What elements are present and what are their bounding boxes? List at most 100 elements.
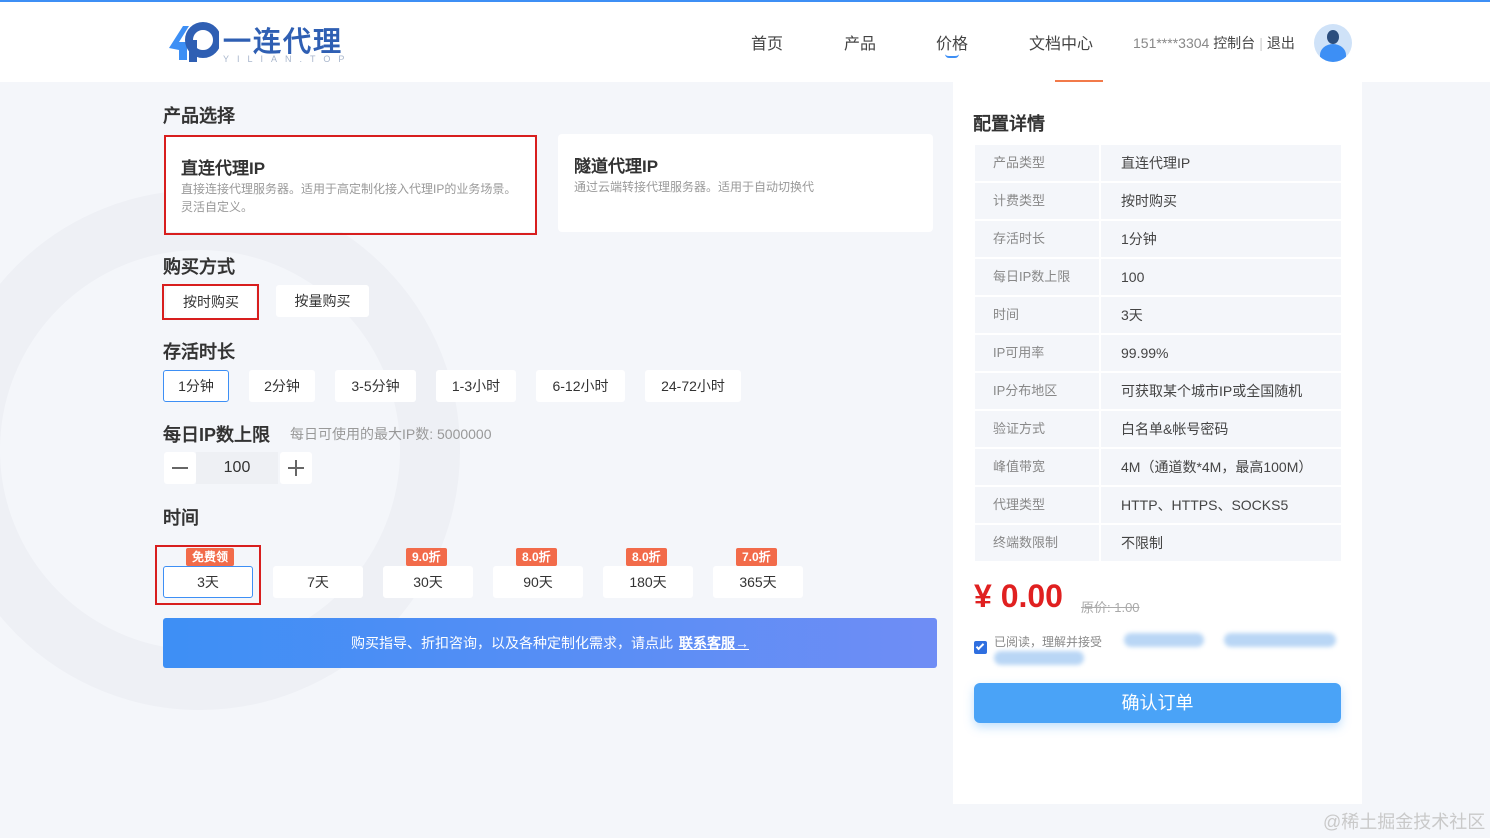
lifetime-option[interactable]: 3-5分钟 (335, 370, 416, 402)
nav-products[interactable]: 产品 (844, 30, 876, 54)
spec-row: 验证方式 白名单&帐号密码 (975, 411, 1341, 447)
site-header: 一连代理 YILIAN.TOP 首页 产品 价格 文档中心 151****330… (0, 2, 1490, 82)
badge-discount: 9.0折 (406, 548, 447, 566)
spec-key: IP可用率 (975, 335, 1099, 371)
lifetime-option[interactable]: 2分钟 (249, 370, 315, 402)
spec-value: HTTP、HTTPS、SOCKS5 (1101, 487, 1341, 523)
spec-row: 终端数限制 不限制 (975, 525, 1341, 561)
contact-service-label: 联系客服 (679, 635, 735, 651)
blurred-link[interactable] (1124, 633, 1204, 647)
divider: | (1259, 35, 1263, 51)
daily-ip-value[interactable]: 100 (196, 452, 278, 484)
spec-key: IP分布地区 (975, 373, 1099, 409)
spec-value: 100 (1101, 259, 1341, 295)
product-description-line: 通过云端转接代理服务器。适用于自动切换代 (574, 180, 815, 194)
lifetime-option[interactable]: 6-12小时 (536, 370, 625, 402)
spec-key: 每日IP数上限 (975, 259, 1099, 295)
spec-value: 白名单&帐号密码 (1101, 411, 1341, 447)
spec-key: 代理类型 (975, 487, 1099, 523)
badge-discount: 8.0折 (626, 548, 667, 566)
highlight-box (164, 135, 537, 235)
user-phone[interactable]: 151****3304 (1133, 35, 1209, 51)
logo-icon (169, 22, 219, 62)
purchase-option-by-volume[interactable]: 按量购买 (276, 285, 369, 317)
duration-option[interactable]: 180天 (603, 566, 693, 598)
spec-value: 按时购买 (1101, 183, 1341, 219)
spec-value: 直连代理IP (1101, 145, 1341, 181)
blurred-link[interactable] (1224, 633, 1336, 647)
nav-pricing[interactable]: 价格 (936, 30, 968, 54)
spec-key: 计费类型 (975, 183, 1099, 219)
spec-value: 不限制 (1101, 525, 1341, 561)
nav-home[interactable]: 首页 (751, 30, 783, 54)
site-logo[interactable]: 一连代理 YILIAN.TOP (165, 18, 365, 68)
blurred-link[interactable] (994, 651, 1084, 665)
duration-option[interactable]: 7天 (273, 566, 363, 598)
spec-key: 峰值带宽 (975, 449, 1099, 485)
nav-docs[interactable]: 文档中心 (1029, 30, 1093, 54)
spec-key: 时间 (975, 297, 1099, 333)
badge-discount: 8.0折 (516, 548, 557, 566)
minus-button[interactable] (164, 452, 196, 484)
price: ¥ 0.00 (974, 578, 1063, 614)
watermark: @稀土掘金技术社区 (1323, 812, 1486, 832)
plus-button[interactable] (280, 452, 312, 484)
spec-row: 时间 3天 (975, 297, 1341, 333)
section-title-purchase: 购买方式 (163, 257, 235, 277)
spec-row: 产品类型 直连代理IP (975, 145, 1341, 181)
config-title: 配置详情 (973, 114, 1045, 134)
contact-banner[interactable]: 购买指导、折扣咨询，以及各种定制化需求，请点此 联系客服→ (163, 618, 937, 668)
user-area: 151****3304 控制台 | 退出 (1133, 33, 1295, 53)
console-link[interactable]: 控制台 (1213, 35, 1255, 51)
spec-row: 每日IP数上限 100 (975, 259, 1341, 295)
spec-row: 计费类型 按时购买 (975, 183, 1341, 219)
product-description: 通过云端转接代理服务器。适用于自动切换代 (574, 178, 814, 196)
minus-icon (172, 467, 188, 469)
arrow-right-icon: → (735, 635, 749, 651)
duration-option[interactable]: 90天 (493, 566, 583, 598)
contact-service-link[interactable]: 联系客服→ (679, 635, 749, 651)
confirm-order-button[interactable]: 确认订单 (974, 683, 1341, 723)
spec-value: 99.99% (1101, 335, 1341, 371)
highlight-box (162, 284, 259, 320)
spec-row: 存活时长 1分钟 (975, 221, 1341, 257)
avatar[interactable] (1314, 24, 1352, 62)
logout-link[interactable]: 退出 (1267, 35, 1295, 51)
checkmark-icon (975, 641, 985, 651)
lifetime-option[interactable]: 1-3小时 (436, 370, 516, 402)
agreement-checkbox[interactable] (974, 641, 987, 654)
original-price: 原价: 1.00 (1081, 600, 1140, 615)
agreement-text: 已阅读，理解并接受 (994, 635, 1103, 649)
nav-active-indicator (945, 54, 959, 58)
spec-key: 验证方式 (975, 411, 1099, 447)
spec-value: 3天 (1101, 297, 1341, 333)
spec-row: IP分布地区 可获取某个城市IP或全国随机 (975, 373, 1341, 409)
highlight-box (155, 545, 261, 605)
section-title-duration: 时间 (163, 508, 199, 528)
spec-row: 峰值带宽 4M（通道数*4M，最高100M） (975, 449, 1341, 485)
banner-text: 购买指导、折扣咨询，以及各种定制化需求，请点此 (351, 635, 673, 651)
spec-key: 存活时长 (975, 221, 1099, 257)
lifetime-option[interactable]: 24-72小时 (645, 370, 741, 402)
product-card-tunnel[interactable]: 隧道代理IP 通过云端转接代理服务器。适用于自动切换代 (558, 134, 933, 232)
spec-value: 4M（通道数*4M，最高100M） (1101, 449, 1341, 485)
daily-ip-hint: 每日可使用的最大IP数: 5000000 (290, 426, 492, 442)
duration-option[interactable]: 365天 (713, 566, 803, 598)
avatar-head-shape (1327, 30, 1339, 44)
avatar-body-shape (1320, 44, 1346, 62)
logo-subtext: YILIAN.TOP (223, 54, 353, 64)
section-title-lifetime: 存活时长 (163, 342, 235, 362)
badge-discount: 7.0折 (736, 548, 777, 566)
spec-key: 终端数限制 (975, 525, 1099, 561)
product-name: 隧道代理IP (574, 157, 659, 176)
section-title-daily-ip: 每日IP数上限 (163, 425, 271, 445)
spec-row: 代理类型 HTTP、HTTPS、SOCKS5 (975, 487, 1341, 523)
spec-value: 1分钟 (1101, 221, 1341, 257)
spec-key: 产品类型 (975, 145, 1099, 181)
spec-row: IP可用率 99.99% (975, 335, 1341, 371)
plus-icon-vertical (295, 460, 297, 476)
spec-value: 可获取某个城市IP或全国随机 (1101, 373, 1341, 409)
lifetime-option[interactable]: 1分钟 (163, 370, 229, 402)
duration-option[interactable]: 30天 (383, 566, 473, 598)
section-title-product: 产品选择 (163, 106, 235, 126)
